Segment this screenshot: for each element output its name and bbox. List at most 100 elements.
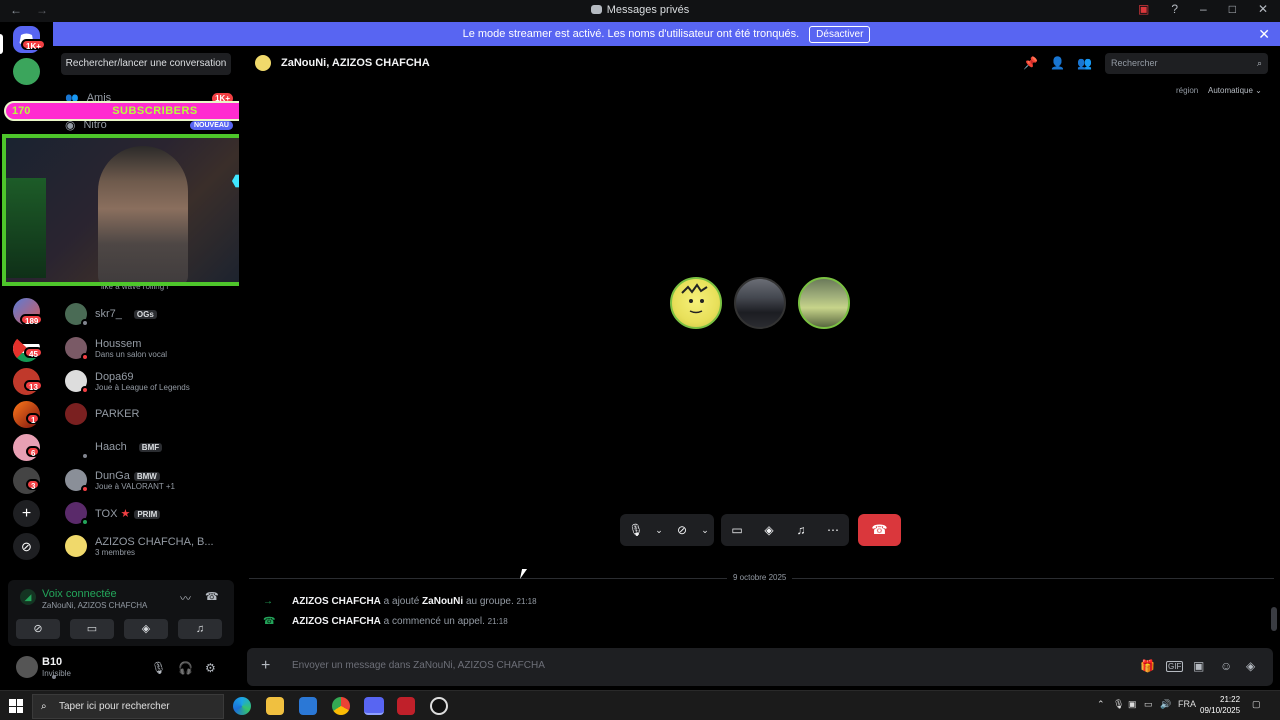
windows-taskbar: ⌕ Taper ici pour rechercher ⌃ 🎙 ▣ ▭ 🔊 FRA… bbox=[0, 690, 1280, 720]
discover-icon[interactable]: ⊘ bbox=[13, 533, 40, 560]
pin-icon[interactable]: 📌 bbox=[1023, 56, 1038, 70]
close-button[interactable]: ✕ bbox=[1258, 2, 1268, 16]
avatar bbox=[65, 502, 89, 526]
file-explorer-icon[interactable] bbox=[266, 697, 284, 715]
headphones-icon[interactable]: 🎧 bbox=[178, 661, 193, 675]
window-title: Messages privés bbox=[0, 4, 1280, 16]
message-input[interactable]: Envoyer un message dans ZaNouNi, AZIZOS … bbox=[292, 660, 545, 671]
find-conversation-button[interactable]: Rechercher/lancer une conversation bbox=[61, 53, 231, 75]
noise-suppression-icon[interactable]: 〰 bbox=[180, 590, 191, 606]
tray-app-icon[interactable]: ▣ bbox=[1128, 699, 1137, 710]
group-dm-icon bbox=[255, 55, 271, 71]
channel-header: ZaNouNi, AZIZOS CHAFCHA 📌 👤 👥 Rechercher… bbox=[239, 46, 1280, 82]
tray-chevron-icon[interactable]: ⌃ bbox=[1097, 699, 1105, 710]
server-icon[interactable] bbox=[13, 58, 40, 85]
share-screen-button[interactable]: ▭ bbox=[70, 619, 114, 639]
server-badge: 189 bbox=[20, 314, 44, 326]
gift-icon[interactable]: 🎁 bbox=[1140, 659, 1155, 673]
join-arrow-icon: → bbox=[263, 596, 273, 607]
participant-avatar[interactable] bbox=[798, 277, 850, 329]
clock[interactable]: 21:22 09/10/2025 bbox=[1200, 694, 1240, 716]
server-badge: 1 bbox=[26, 413, 41, 425]
close-banner-icon[interactable]: ✕ bbox=[1258, 26, 1270, 43]
group-dm-item[interactable]: AZIZOS CHAFCHA, B... 3 membres bbox=[65, 532, 233, 560]
soundboard-icon[interactable]: ♫ bbox=[785, 523, 817, 537]
add-server-icon[interactable]: + bbox=[13, 500, 40, 527]
activity-button[interactable]: ◈ bbox=[124, 619, 168, 639]
volume-icon[interactable]: 🔊 bbox=[1160, 699, 1171, 710]
dm-item[interactable]: TOX ★ PRIM bbox=[65, 499, 233, 527]
network-icon[interactable]: ▭ bbox=[1144, 699, 1153, 710]
chrome-icon[interactable] bbox=[332, 697, 350, 715]
dm-item[interactable]: skr7_ OGs bbox=[65, 300, 233, 328]
dm-item[interactable]: DunGa BMW Joue à VALORANT +1 bbox=[65, 466, 233, 494]
voice-status[interactable]: Voix connectée bbox=[42, 588, 117, 600]
banner-text: Le mode streamer est activé. Les noms d'… bbox=[462, 28, 800, 40]
disable-streamer-button[interactable]: Désactiver bbox=[809, 25, 871, 43]
clan-tag: OGs bbox=[133, 309, 157, 319]
microphone-icon[interactable]: 🎙 bbox=[151, 661, 166, 675]
streamer-mode-banner: Le mode streamer est activé. Les noms d'… bbox=[53, 22, 1280, 46]
discord-taskbar-icon[interactable] bbox=[364, 697, 384, 715]
camera-options-chevron-icon[interactable]: ⌄ bbox=[698, 525, 712, 536]
selected-indicator bbox=[0, 34, 3, 54]
inbox-icon[interactable]: ▣ bbox=[1138, 2, 1149, 16]
signal-icon: ◢ bbox=[20, 589, 36, 605]
dm-item[interactable]: PARKER bbox=[65, 400, 233, 428]
participant-avatar[interactable] bbox=[734, 277, 786, 329]
app-icon[interactable] bbox=[397, 697, 415, 715]
group-avatar bbox=[65, 535, 87, 557]
scrollbar[interactable] bbox=[1271, 607, 1277, 631]
user-panel: B10 Invisible 🎙 🎧 ⚙ bbox=[8, 652, 234, 684]
maximize-button[interactable]: □ bbox=[1229, 2, 1236, 16]
clan-tag: PRIM bbox=[134, 509, 161, 519]
members-icon[interactable]: 👥 bbox=[1077, 56, 1092, 70]
avatar bbox=[65, 370, 89, 394]
help-icon[interactable]: ? bbox=[1171, 2, 1178, 16]
soundboard-button[interactable]: ♫ bbox=[178, 619, 222, 639]
tray-mic-icon[interactable]: 🎙 bbox=[1113, 699, 1124, 710]
message-composer[interactable]: + Envoyer un message dans ZaNouNi, AZIZO… bbox=[247, 648, 1273, 686]
obs-icon[interactable] bbox=[430, 697, 448, 715]
date-divider: 9 octobre 2025 bbox=[249, 573, 1274, 582]
clan-tag: BMF bbox=[138, 442, 163, 452]
dm-item[interactable]: Dopa69 Joue à League of Legends bbox=[65, 367, 233, 395]
apps-icon[interactable]: ◈ bbox=[1246, 659, 1255, 673]
voice-connected-panel: ◢ Voix connectée ZaNouNi, AZIZOS CHAFCHA… bbox=[8, 580, 234, 646]
dm-item[interactable]: Haach BMF bbox=[65, 433, 233, 461]
dm-item[interactable]: Houssem Dans un salon vocal bbox=[65, 334, 233, 362]
home-badge: 1K+ bbox=[21, 39, 46, 51]
add-member-icon[interactable]: 👤 bbox=[1050, 56, 1065, 70]
notifications-icon[interactable]: ▢ bbox=[1252, 699, 1261, 710]
minimize-button[interactable]: – bbox=[1200, 2, 1207, 16]
taskbar-search-input[interactable]: ⌕ Taper ici pour rechercher bbox=[32, 694, 224, 719]
gif-icon[interactable]: GIF bbox=[1166, 661, 1184, 672]
system-message: ☎ AZIZOS CHAFCHA a commencé un appel. 21… bbox=[263, 616, 508, 627]
share-screen-icon[interactable]: ▭ bbox=[721, 523, 753, 537]
settings-gear-icon[interactable]: ⚙ bbox=[205, 661, 216, 675]
more-options-icon[interactable]: ⋯ bbox=[817, 523, 849, 537]
microphone-icon[interactable]: 🎙 bbox=[620, 523, 652, 537]
mic-options-chevron-icon[interactable]: ⌄ bbox=[652, 525, 666, 536]
new-badge: NOUVEAU bbox=[189, 120, 233, 130]
activity-icon[interactable]: ◈ bbox=[753, 523, 785, 537]
sticker-icon[interactable]: ▣ bbox=[1193, 659, 1204, 673]
store-icon[interactable] bbox=[299, 697, 317, 715]
language-indicator[interactable]: FRA bbox=[1178, 699, 1196, 709]
region-select[interactable]: Automatique ⌄ bbox=[1208, 86, 1262, 95]
edge-icon[interactable] bbox=[233, 697, 251, 715]
add-attachment-icon[interactable]: + bbox=[261, 657, 270, 675]
windows-start-icon[interactable] bbox=[9, 699, 23, 713]
emoji-icon[interactable]: ☺ bbox=[1220, 659, 1232, 673]
user-avatar[interactable] bbox=[16, 656, 58, 681]
page-title: ZaNouNi, AZIZOS CHAFCHA bbox=[281, 57, 430, 69]
camera-off-icon[interactable]: ⊘ bbox=[666, 523, 698, 537]
participant-avatar[interactable] bbox=[670, 277, 722, 329]
search-input[interactable]: Rechercher ⌕ bbox=[1105, 53, 1268, 74]
camera-off-button[interactable]: ⊘ bbox=[16, 619, 60, 639]
discord-icon bbox=[590, 5, 602, 14]
end-call-button[interactable]: ☎ bbox=[858, 514, 901, 546]
region-label: région bbox=[1176, 86, 1199, 95]
disconnect-icon[interactable]: ☎ bbox=[205, 590, 219, 603]
voice-channel: ZaNouNi, AZIZOS CHAFCHA bbox=[42, 601, 148, 610]
